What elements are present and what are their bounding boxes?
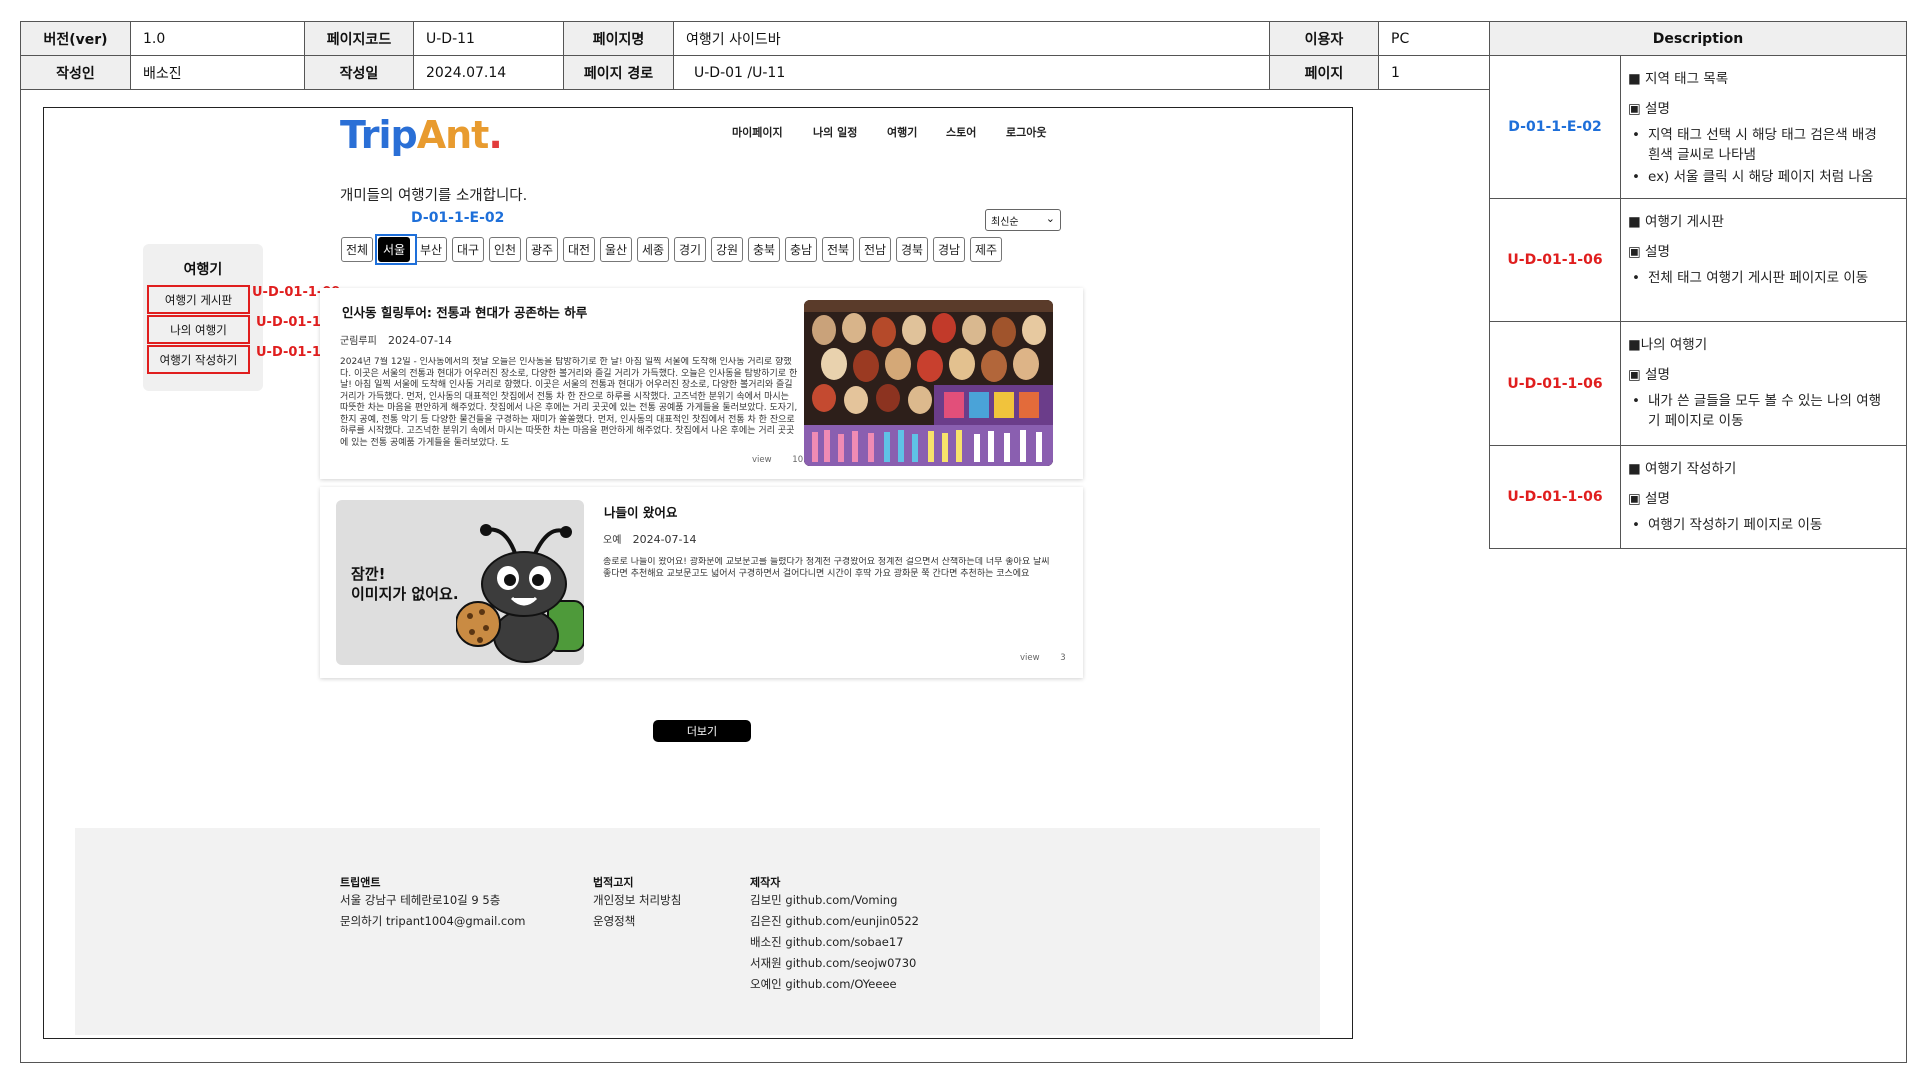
- post-meta: 오예 2024-07-14: [603, 531, 697, 546]
- description-bullet: 여행기 작성하기 페이지로 이동: [1648, 517, 1823, 533]
- selected-tag-outline: [375, 234, 417, 265]
- tag-7[interactable]: 울산: [600, 237, 632, 262]
- sidebar-item[interactable]: 여행기 게시판: [147, 292, 250, 308]
- view-count: 3: [1060, 653, 1066, 663]
- footer-line[interactable]: 김보민 github.com/Voming: [750, 890, 897, 911]
- description-heading: ■나의 여행기: [1628, 337, 1708, 353]
- tag-11[interactable]: 충북: [748, 237, 780, 262]
- bullet-dot-icon: •: [1632, 517, 1640, 533]
- post-title[interactable]: 인사동 힐링투어: 전통과 현대가 공존하는 하루: [342, 302, 587, 321]
- description-bullet: 전체 태그 여행기 게시판 페이지로 이동: [1648, 270, 1869, 286]
- footer: [75, 828, 1320, 1035]
- tag-2[interactable]: 부산: [415, 237, 447, 262]
- post-views: view 3: [1020, 653, 1066, 663]
- no-image-text-2: 이미지가 없어요.: [351, 585, 459, 603]
- bullet-dot-icon: •: [1632, 127, 1640, 143]
- description-subheading: ▣ 설명: [1628, 367, 1670, 383]
- sort-select[interactable]: 최신순 ⌄: [985, 209, 1061, 231]
- footer-line[interactable]: 서재원 github.com/seojw0730: [750, 953, 916, 974]
- nav-item[interactable]: 여행기: [887, 124, 917, 140]
- no-image-placeholder: 잠깐! 이미지가 없어요.: [336, 500, 584, 665]
- tag-3[interactable]: 대구: [452, 237, 484, 262]
- tag-12[interactable]: 충남: [785, 237, 817, 262]
- description-code: D-01-1-E-02: [1489, 55, 1621, 199]
- footer-line[interactable]: 개인정보 처리방침: [593, 890, 681, 911]
- more-button[interactable]: 더보기: [653, 720, 751, 742]
- sort-selected: 최신순: [991, 216, 1019, 228]
- sidebar-title: 여행기: [183, 262, 223, 278]
- description-title: Description: [1489, 21, 1907, 56]
- tag-17[interactable]: 제주: [970, 237, 1002, 262]
- description-code: U-D-01-1-06: [1489, 445, 1621, 549]
- view-label: view: [1020, 653, 1040, 663]
- nav-item[interactable]: 스토어: [946, 124, 976, 140]
- no-image-text-1: 잠깐!: [351, 565, 386, 583]
- description-subheading: ▣ 설명: [1628, 101, 1670, 117]
- description-subheading: ▣ 설명: [1628, 491, 1670, 507]
- tag-code-annotation: D-01-1-E-02: [411, 210, 505, 226]
- tag-15[interactable]: 경북: [896, 237, 928, 262]
- tag-0[interactable]: 전체: [341, 237, 373, 262]
- description-code: U-D-01-1-06: [1489, 198, 1621, 322]
- bullet-dot-icon: •: [1632, 393, 1640, 409]
- post-photo[interactable]: [804, 300, 1053, 466]
- nav-item[interactable]: 마이페이지: [732, 124, 783, 140]
- page-intro: 개미들의 여행기를 소개합니다.: [340, 188, 528, 204]
- view-label: view: [752, 455, 772, 465]
- post-date: 2024-07-14: [632, 533, 697, 546]
- post-date: 2024-07-14: [388, 334, 452, 347]
- description-code: U-D-01-1-06: [1489, 321, 1621, 446]
- post-title[interactable]: 나들이 왔어요: [604, 502, 677, 521]
- description-heading: ■ 지역 태그 목록: [1628, 71, 1729, 87]
- nav-item[interactable]: 로그아웃: [1006, 124, 1046, 140]
- tag-6[interactable]: 대전: [563, 237, 595, 262]
- post-snippet: 종로로 나들이 왔어요! 광화문에 교보문고를 들렸다가 청계천 구경왔어요 청…: [603, 557, 1050, 579]
- tag-5[interactable]: 광주: [526, 237, 558, 262]
- footer-heading: 제작자: [750, 876, 781, 889]
- tag-10[interactable]: 강원: [711, 237, 743, 262]
- site-logo[interactable]: TripAnt.: [340, 113, 503, 157]
- footer-line[interactable]: 운영정책: [593, 911, 635, 932]
- view-count: 10: [792, 455, 804, 465]
- description-heading: ■ 여행기 게시판: [1628, 214, 1724, 230]
- footer-line[interactable]: 김은진 github.com/eunjin0522: [750, 911, 919, 932]
- post-author: 오예: [603, 535, 622, 546]
- ant-mascot-icon: [456, 524, 584, 663]
- tag-13[interactable]: 전북: [822, 237, 854, 262]
- footer-line[interactable]: 배소진 github.com/sobae17: [750, 932, 903, 953]
- bullet-dot-icon: •: [1632, 169, 1640, 185]
- post-views: view 10: [752, 455, 803, 465]
- nav-item[interactable]: 나의 일정: [813, 124, 857, 140]
- footer-line: 서울 강남구 테헤란로10길 9 5층: [340, 893, 501, 907]
- post-author: 군림루피: [340, 336, 377, 347]
- tag-16[interactable]: 경남: [933, 237, 965, 262]
- footer-line[interactable]: 문의하기 tripant1004@gmail.com: [340, 911, 525, 932]
- description-subheading: ▣ 설명: [1628, 244, 1670, 260]
- post-snippet: 2024년 7월 12일 - 인사동에서의 첫날 오늘은 인사동을 탐방하기로 …: [340, 357, 798, 448]
- chevron-down-icon: ⌄: [1045, 212, 1055, 225]
- tag-4[interactable]: 인천: [489, 237, 521, 262]
- description-bullet: 지역 태그 선택 시 해당 태그 검은색 배경 흰색 글씨로 나타냄: [1648, 127, 1877, 163]
- description-bullet: 내가 쓴 글들을 모두 볼 수 있는 나의 여행기 페이지로 이동: [1648, 393, 1882, 429]
- mask-shop-photo: [804, 300, 1053, 466]
- sidebar-item[interactable]: 나의 여행기: [147, 322, 250, 338]
- description-bullet: ex) 서울 클릭 시 해당 페이지 처럼 나옴: [1648, 169, 1874, 185]
- tag-8[interactable]: 세종: [637, 237, 669, 262]
- footer-heading: 법적고지: [593, 876, 634, 889]
- footer-heading: 트립앤트: [340, 876, 381, 889]
- tag-9[interactable]: 경기: [674, 237, 706, 262]
- post-meta: 군림루피 2024-07-14: [340, 332, 452, 347]
- footer-line[interactable]: 오예인 github.com/OYeeee: [750, 974, 897, 995]
- description-heading: ■ 여행기 작성하기: [1628, 461, 1737, 477]
- bullet-dot-icon: •: [1632, 270, 1640, 286]
- sidebar-item[interactable]: 여행기 작성하기: [147, 352, 250, 368]
- tag-14[interactable]: 전남: [859, 237, 891, 262]
